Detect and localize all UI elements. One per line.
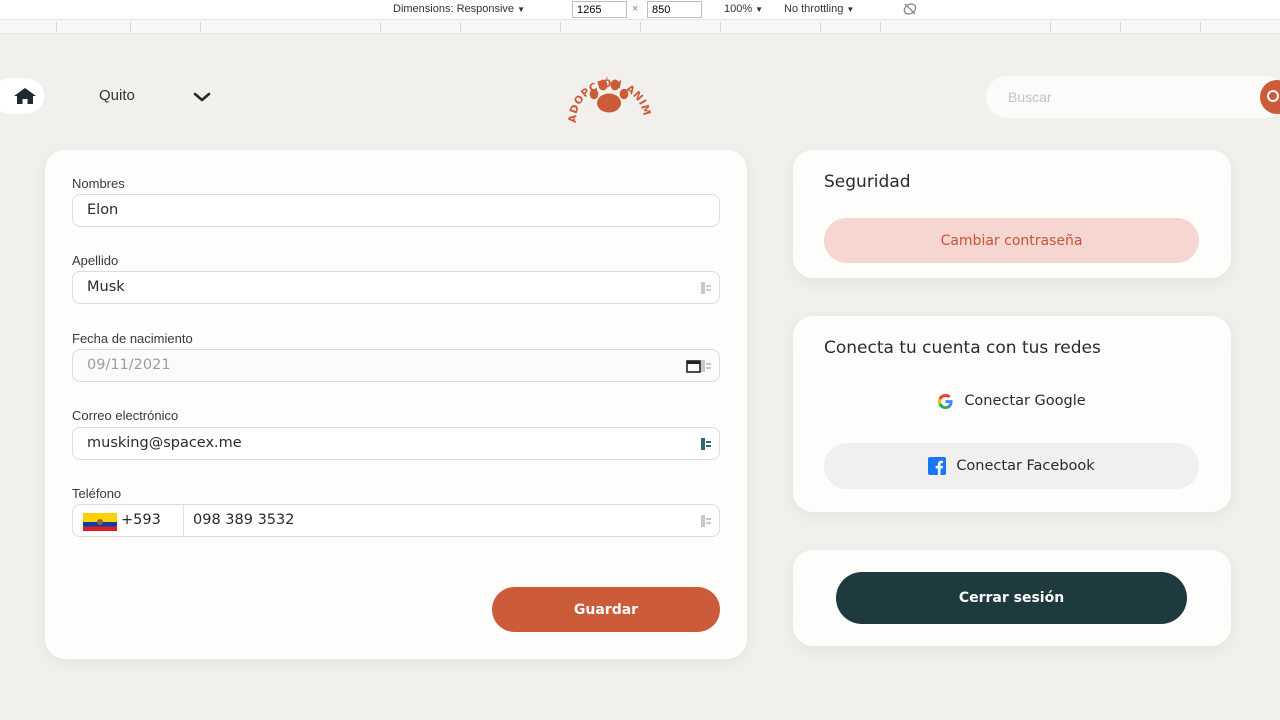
correo-value: musking@spacex.me <box>87 435 242 451</box>
country-code: +593 <box>121 512 161 528</box>
social-connect-card: Conecta tu cuenta con tus redes Conectar… <box>793 316 1231 512</box>
fecha-label: Fecha de nacimiento <box>72 331 193 346</box>
autofill-key-icon <box>701 438 711 450</box>
svg-text:ADOPCIÓN ANIMAL.ORG: ADOPCIÓN ANIMAL.ORG <box>556 59 653 123</box>
times-sign: × <box>632 3 639 15</box>
social-title: Conecta tu cuenta con tus redes <box>824 338 1101 358</box>
dimensions-dropdown[interactable]: Dimensions: Responsive ▼ <box>393 3 525 15</box>
facebook-icon <box>928 457 947 475</box>
home-button[interactable] <box>0 78 44 114</box>
nombres-value: Elon <box>87 202 119 218</box>
fecha-value: 09/11/2021 <box>87 357 171 373</box>
change-password-button[interactable]: Cambiar contraseña <box>824 218 1199 263</box>
zoom-dropdown[interactable]: 100% ▼ <box>724 3 763 15</box>
logout-button[interactable]: Cerrar sesión <box>836 572 1187 624</box>
apellido-label: Apellido <box>72 253 119 268</box>
logout-card: Cerrar sesión <box>793 550 1231 646</box>
height-input[interactable] <box>647 1 702 18</box>
search-input[interactable] <box>1008 87 1238 107</box>
nombres-field[interactable]: Elon <box>72 194 720 227</box>
google-label: Conectar Google <box>964 393 1086 409</box>
connect-facebook-button[interactable]: Conectar Facebook <box>824 443 1199 489</box>
security-title: Seguridad <box>824 172 911 192</box>
city-select-label[interactable]: Quito <box>99 87 135 104</box>
zoom-label: 100% <box>724 3 753 15</box>
divider <box>183 505 184 536</box>
profile-form-card: Nombres Elon Apellido Musk Fecha de naci… <box>45 150 747 659</box>
chevron-down-icon[interactable] <box>192 88 212 106</box>
media-query-ruler <box>0 20 1280 34</box>
apellido-field[interactable]: Musk <box>72 271 720 304</box>
telefono-field[interactable]: +593 098 389 3532 <box>72 504 720 537</box>
apellido-value: Musk <box>87 279 125 295</box>
facebook-label: Conectar Facebook <box>956 458 1095 474</box>
autofill-key-icon <box>701 360 711 372</box>
rotate-icon[interactable] <box>902 2 918 19</box>
throttling-dropdown[interactable]: No throttling ▼ <box>784 3 854 15</box>
devtools-toolbar: Dimensions: Responsive▼ × 100%▼ No throt… <box>0 0 1280 20</box>
search-icon <box>1267 90 1279 102</box>
calendar-icon[interactable] <box>686 359 701 373</box>
security-card: Seguridad Cambiar contraseña <box>793 150 1231 278</box>
correo-label: Correo electrónico <box>72 408 179 423</box>
telefono-label: Teléfono <box>72 486 122 501</box>
dimensions-label: Dimensions: Responsive <box>393 3 515 15</box>
fecha-field[interactable]: 09/11/2021 <box>72 349 720 382</box>
adopcion-animal-logo[interactable]: ADOPCIÓN ANIMAL.ORG <box>551 50 662 131</box>
save-button[interactable]: Guardar <box>492 587 720 632</box>
caret-down-icon: ▼ <box>755 5 764 14</box>
home-icon <box>14 88 36 104</box>
width-input[interactable] <box>572 1 627 18</box>
telefono-number: 098 389 3532 <box>193 512 295 528</box>
autofill-key-icon <box>701 515 711 527</box>
autofill-key-icon <box>701 282 711 294</box>
correo-field[interactable]: musking@spacex.me <box>72 427 720 460</box>
nombres-label: Nombres <box>72 176 125 191</box>
caret-down-icon: ▼ <box>517 5 525 14</box>
search-bar <box>986 76 1280 118</box>
throttling-label: No throttling <box>784 3 844 15</box>
connect-google-button[interactable]: Conectar Google <box>824 378 1199 424</box>
caret-down-icon: ▼ <box>846 5 855 14</box>
ecuador-flag-icon[interactable] <box>83 513 117 531</box>
google-icon <box>938 393 953 409</box>
